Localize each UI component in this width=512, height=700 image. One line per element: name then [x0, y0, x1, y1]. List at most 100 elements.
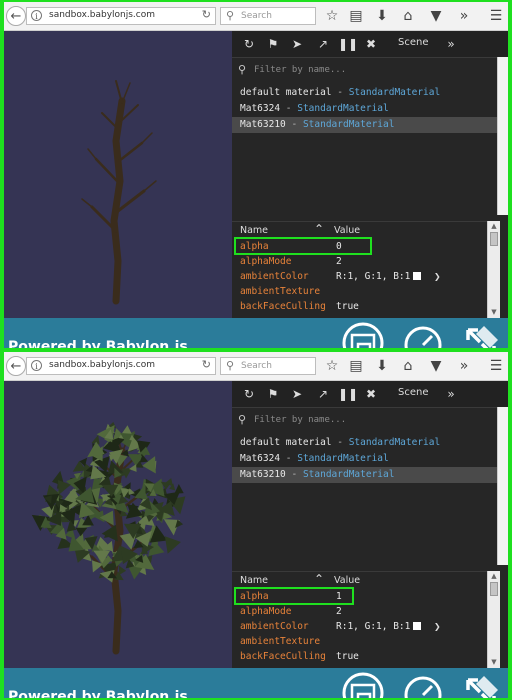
- property-row-ambientColor[interactable]: ambientColor R:1, G:1, B:1 ❯: [232, 619, 490, 634]
- column-value-header[interactable]: Value: [334, 575, 360, 586]
- property-row-ambientTexture[interactable]: ambientTexture: [232, 284, 490, 299]
- property-name: ambientColor: [240, 621, 309, 632]
- pocket-icon[interactable]: ▼: [426, 356, 446, 376]
- property-value[interactable]: R:1, G:1, B:1: [336, 269, 422, 284]
- babylon-canvas[interactable]: [4, 381, 232, 668]
- tag-icon[interactable]: ⚑: [264, 35, 282, 53]
- back-arrow-icon[interactable]: ←: [6, 356, 26, 376]
- properties-scrollbar[interactable]: ▲ ▼: [487, 571, 500, 668]
- home-icon[interactable]: ⌂: [398, 6, 418, 26]
- filter-input[interactable]: [254, 63, 474, 77]
- tab-scene[interactable]: Scene: [398, 387, 429, 398]
- bookmark-star-icon[interactable]: ☆: [322, 356, 342, 376]
- inspector-scrollbar[interactable]: [497, 57, 508, 215]
- url-bar[interactable]: i sandbox.babylonjs.com ↻: [26, 7, 216, 25]
- back-arrow-icon[interactable]: ←: [6, 6, 26, 26]
- filter-input[interactable]: [254, 413, 474, 427]
- material-item[interactable]: Mat63210 - StandardMaterial: [232, 467, 502, 483]
- sort-caret-icon[interactable]: ⌃: [314, 572, 324, 586]
- fullscreen-icon[interactable]: [460, 322, 502, 348]
- material-name: Mat6324: [240, 103, 281, 114]
- pointer-icon[interactable]: ➤: [288, 35, 306, 53]
- property-row-backFaceCulling[interactable]: backFaceCulling true: [232, 649, 490, 664]
- material-item[interactable]: default material - StandardMaterial: [232, 85, 502, 101]
- property-row-alphaMode[interactable]: alphaMode 2: [232, 604, 490, 619]
- sort-caret-icon[interactable]: ⌃: [314, 222, 324, 236]
- search-placeholder: Search: [241, 11, 272, 21]
- close-icon[interactable]: ✖: [362, 385, 380, 403]
- browser-search-box[interactable]: ⚲ Search: [220, 7, 316, 25]
- property-value[interactable]: R:1, G:1, B:1: [336, 619, 422, 634]
- property-value[interactable]: true: [336, 649, 359, 664]
- property-row-ambientColor[interactable]: ambientColor R:1, G:1, B:1 ❯: [232, 269, 490, 284]
- pointer-icon[interactable]: ➤: [288, 385, 306, 403]
- stopwatch-icon[interactable]: [402, 672, 444, 698]
- stopwatch-icon[interactable]: [402, 322, 444, 348]
- info-icon[interactable]: i: [31, 360, 42, 371]
- close-icon[interactable]: ✖: [362, 35, 380, 53]
- property-value[interactable]: 2: [336, 254, 342, 269]
- property-row-ambientTexture[interactable]: ambientTexture: [232, 634, 490, 649]
- fullscreen-icon[interactable]: [460, 672, 502, 698]
- color-swatch[interactable]: [413, 622, 422, 630]
- overflow-icon[interactable]: »: [454, 356, 474, 376]
- property-value[interactable]: 2: [336, 604, 342, 619]
- pause-icon[interactable]: ❚❚: [338, 35, 358, 53]
- monitor-icon[interactable]: [342, 672, 384, 698]
- inspector-scrollbar[interactable]: [497, 407, 508, 565]
- property-value-text: true: [336, 301, 359, 312]
- column-name-header[interactable]: Name: [240, 575, 268, 586]
- scroll-down-icon[interactable]: ▼: [489, 308, 499, 317]
- property-row-backFaceCulling[interactable]: backFaceCulling true: [232, 299, 490, 314]
- hamburger-menu-icon[interactable]: ☰: [486, 6, 506, 26]
- url-bar[interactable]: i sandbox.babylonjs.com ↻: [26, 357, 216, 375]
- tag-icon[interactable]: ⚑: [264, 385, 282, 403]
- scroll-down-icon[interactable]: ▼: [489, 658, 499, 667]
- scroll-up-icon[interactable]: ▲: [489, 572, 499, 581]
- material-type: StandardMaterial: [302, 469, 395, 480]
- reading-list-icon[interactable]: ▤: [346, 6, 366, 26]
- pause-icon[interactable]: ❚❚: [338, 385, 358, 403]
- material-item[interactable]: Mat6324 - StandardMaterial: [232, 451, 502, 467]
- reload-icon[interactable]: ↻: [202, 8, 211, 21]
- monitor-icon[interactable]: [342, 322, 384, 348]
- bookmark-star-icon[interactable]: ☆: [322, 6, 342, 26]
- reload-icon[interactable]: ↻: [202, 358, 211, 371]
- url-text: sandbox.babylonjs.com: [49, 360, 156, 370]
- reading-list-icon[interactable]: ▤: [346, 356, 366, 376]
- refresh-icon[interactable]: ↻: [240, 385, 258, 403]
- material-item[interactable]: Mat63210 - StandardMaterial: [232, 117, 502, 133]
- column-name-header[interactable]: Name: [240, 225, 268, 236]
- scroll-thumb[interactable]: [490, 582, 498, 596]
- color-swatch[interactable]: [413, 272, 422, 280]
- browser-search-box[interactable]: ⚲ Search: [220, 357, 316, 375]
- tab-overflow-icon[interactable]: »: [442, 35, 460, 53]
- property-row-alphaMode[interactable]: alphaMode 2: [232, 254, 490, 269]
- leaf: [164, 536, 181, 554]
- material-item[interactable]: default material - StandardMaterial: [232, 435, 502, 451]
- pocket-icon[interactable]: ▼: [426, 6, 446, 26]
- hamburger-menu-icon[interactable]: ☰: [486, 356, 506, 376]
- property-name: alphaMode: [240, 256, 292, 267]
- babylon-canvas[interactable]: [4, 31, 232, 318]
- properties-scrollbar[interactable]: ▲ ▼: [487, 221, 500, 318]
- url-text: sandbox.babylonjs.com: [49, 10, 156, 20]
- material-item[interactable]: Mat6324 - StandardMaterial: [232, 101, 502, 117]
- property-value[interactable]: true: [336, 299, 359, 314]
- overflow-icon[interactable]: »: [454, 6, 474, 26]
- scroll-thumb[interactable]: [490, 232, 498, 246]
- info-icon[interactable]: i: [31, 10, 42, 21]
- chevron-right-icon[interactable]: ❯: [434, 269, 441, 284]
- popout-icon[interactable]: ↗: [314, 35, 332, 53]
- chevron-right-icon[interactable]: ❯: [434, 619, 441, 634]
- popout-icon[interactable]: ↗: [314, 385, 332, 403]
- refresh-icon[interactable]: ↻: [240, 35, 258, 53]
- tab-scene[interactable]: Scene: [398, 37, 429, 48]
- home-icon[interactable]: ⌂: [398, 356, 418, 376]
- scroll-up-icon[interactable]: ▲: [489, 222, 499, 231]
- download-icon[interactable]: ⬇: [372, 356, 392, 376]
- column-value-header[interactable]: Value: [334, 225, 360, 236]
- download-icon[interactable]: ⬇: [372, 6, 392, 26]
- tab-overflow-icon[interactable]: »: [442, 385, 460, 403]
- babylon-inspector: ↻ ⚑ ➤ ↗ ❚❚ ✖ Scene » ⚲ default material …: [232, 381, 508, 668]
